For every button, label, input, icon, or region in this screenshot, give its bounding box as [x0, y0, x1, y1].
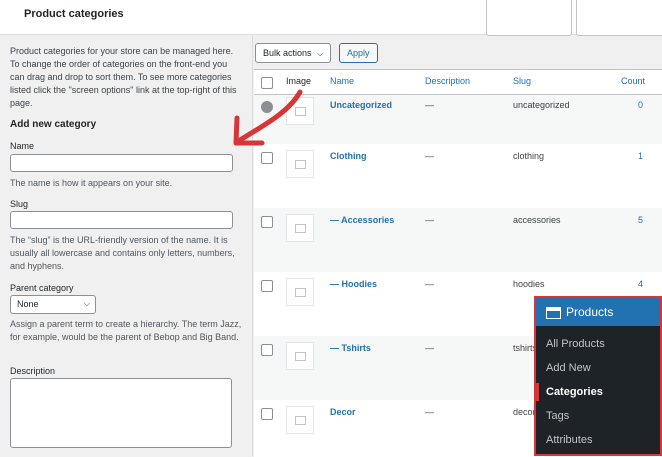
top-header: Product categories — [0, 0, 662, 36]
table-row: — Accessories — accessories 5 — [254, 208, 662, 272]
parent-category-label: Parent category — [10, 283, 74, 293]
menu-item-categories[interactable]: Categories — [546, 386, 603, 398]
row-checkbox[interactable] — [261, 344, 273, 356]
category-name-link[interactable]: — Tshirts — [330, 343, 371, 353]
image-placeholder-icon — [286, 406, 314, 434]
column-name[interactable]: Name — [330, 76, 354, 86]
bulk-actions-select[interactable]: Bulk actions ⌵ — [255, 43, 332, 63]
category-count-link[interactable]: 1 — [638, 151, 643, 161]
image-placeholder-icon — [286, 214, 314, 242]
name-help: The name is how it appears on your site. — [10, 178, 173, 188]
name-field[interactable] — [10, 154, 233, 172]
parent-category-select[interactable]: None ⌵ — [10, 295, 96, 314]
row-checkbox[interactable] — [261, 408, 273, 420]
parent-help: Assign a parent term to create a hierarc… — [10, 319, 242, 342]
category-description: — — [425, 215, 434, 225]
panel-divider — [252, 35, 253, 456]
category-description: — — [425, 407, 434, 417]
row-checkbox[interactable] — [261, 101, 273, 113]
parent-category-value: None — [17, 299, 39, 309]
menu-title: Products — [566, 305, 614, 319]
bulk-actions-label: Bulk actions — [263, 48, 312, 58]
products-flyout-menu: Products All Products Add New Categories… — [534, 296, 662, 456]
category-name-link[interactable]: Clothing — [330, 151, 367, 161]
category-slug: accessories — [513, 215, 561, 225]
product-box-icon — [546, 307, 561, 319]
row-checkbox[interactable] — [261, 280, 273, 292]
category-name-link[interactable]: Uncategorized — [330, 100, 392, 110]
name-label: Name — [10, 141, 35, 151]
category-count-link[interactable]: 4 — [638, 279, 643, 289]
description-field[interactable] — [10, 378, 232, 448]
table-row: Clothing — clothing 1 — [254, 144, 662, 208]
category-description: — — [425, 100, 434, 110]
chevron-down-icon: ⌵ — [83, 299, 90, 308]
menu-item-add-new[interactable]: Add New — [546, 362, 591, 374]
category-slug: decor — [513, 407, 536, 417]
slug-help: The “slug” is the URL-friendly version o… — [10, 235, 235, 271]
table-row: Uncategorized — uncategorized 0 — [254, 95, 662, 144]
slug-field[interactable] — [10, 211, 233, 229]
screen-options-button[interactable] — [486, 0, 572, 36]
column-slug[interactable]: Slug — [513, 76, 531, 86]
image-placeholder-icon — [286, 150, 314, 178]
page-title: Product categories — [24, 8, 124, 20]
description-label: Description — [10, 366, 56, 376]
category-slug: clothing — [513, 151, 545, 161]
chevron-down-icon: ⌵ — [317, 49, 324, 58]
table-header: Image Name Description Slug Count — [254, 70, 662, 95]
category-count-link[interactable]: 5 — [638, 215, 643, 225]
image-placeholder-icon — [286, 97, 314, 125]
column-image: Image — [286, 76, 312, 86]
menu-item-tags[interactable]: Tags — [546, 410, 569, 422]
category-description: — — [425, 151, 434, 161]
category-count-link[interactable]: 0 — [638, 100, 643, 110]
image-placeholder-icon — [286, 278, 314, 306]
column-count[interactable]: Count — [621, 76, 645, 86]
row-checkbox[interactable] — [261, 216, 273, 228]
add-category-heading: Add new category — [10, 119, 97, 130]
apply-button[interactable]: Apply — [339, 43, 378, 63]
menu-header[interactable]: Products — [536, 298, 660, 326]
slug-label: Slug — [10, 199, 29, 209]
row-checkbox[interactable] — [261, 152, 273, 164]
category-name-link[interactable]: — Accessories — [330, 215, 394, 225]
image-placeholder-icon — [286, 342, 314, 370]
select-all-checkbox[interactable] — [261, 77, 273, 89]
category-name-link[interactable]: Decor — [330, 407, 356, 417]
category-slug: hoodies — [513, 279, 545, 289]
menu-item-attributes[interactable]: Attributes — [546, 434, 592, 446]
add-category-panel: Product categories for your store can be… — [0, 35, 252, 456]
column-description[interactable]: Description — [425, 76, 470, 86]
active-marker — [536, 383, 539, 401]
category-name-link[interactable]: — Hoodies — [330, 279, 377, 289]
category-description: — — [425, 279, 434, 289]
menu-item-all-products[interactable]: All Products — [546, 338, 605, 350]
intro-text: Product categories for your store can be… — [10, 46, 237, 108]
category-slug: uncategorized — [513, 100, 570, 110]
category-description: — — [425, 343, 434, 353]
help-button[interactable] — [576, 0, 662, 36]
